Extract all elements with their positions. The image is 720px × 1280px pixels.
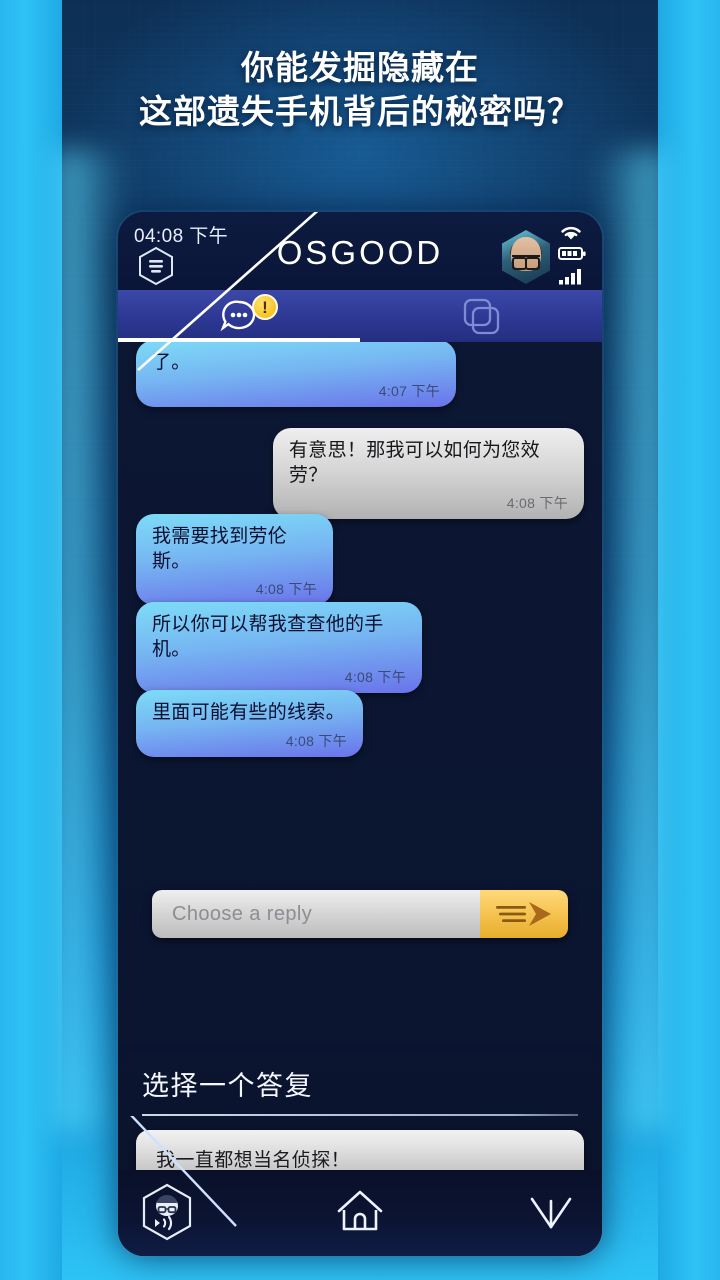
tab-bar: ! bbox=[118, 290, 602, 342]
message-time: 4:07 下午 bbox=[378, 382, 440, 399]
message-time: 4:08 下午 bbox=[344, 669, 406, 686]
message-time: 4:08 下午 bbox=[506, 495, 568, 512]
message-text: 里面可能有些的线索。 bbox=[152, 702, 346, 723]
promo-background-left-edge bbox=[0, 0, 62, 1280]
stacked-cards-icon bbox=[463, 298, 500, 335]
chat-message-list[interactable]: 了。 4:07 下午 有意思！那我可以如何为您效劳？ 4:08 下午 我需要找到… bbox=[118, 340, 602, 1042]
tab-chat[interactable]: ! bbox=[118, 290, 360, 342]
character-voice-hex-icon[interactable] bbox=[138, 1182, 196, 1242]
message-text: 有意思！那我可以如何为您效劳？ bbox=[289, 440, 540, 486]
chat-message-1: 有意思！那我可以如何为您效劳？ 4:08 下午 bbox=[273, 428, 584, 520]
promo-headline-line-2: 这部遗失手机背后的秘密吗？ bbox=[139, 92, 581, 130]
status-icons bbox=[558, 224, 592, 290]
send-arrow-icon[interactable] bbox=[480, 890, 568, 938]
promo-headline: 你能发掘隐藏在 这部遗失手机背后的秘密吗？ bbox=[0, 46, 720, 133]
message-time: 4:08 下午 bbox=[285, 732, 347, 749]
reply-panel-title: 选择一个答复 bbox=[142, 1071, 313, 1101]
tab-active-indicator bbox=[118, 338, 360, 342]
chat-message-2: 我需要找到劳伦斯。 4:08 下午 bbox=[136, 514, 333, 606]
chat-unread-badge: ! bbox=[252, 294, 278, 320]
signal-bars-icon bbox=[558, 268, 592, 285]
message-bubble-incoming: 所以你可以帮我查查他的手机。 4:08 下午 bbox=[136, 602, 422, 694]
message-bubble-incoming: 里面可能有些的线索。 4:08 下午 bbox=[136, 690, 363, 757]
status-bar: 04:08 下午 OSGOOD bbox=[118, 212, 602, 290]
bottom-navigation-bar bbox=[118, 1170, 602, 1256]
message-bubble-incoming: 了。 4:07 下午 bbox=[136, 340, 456, 407]
message-bubble-incoming: 我需要找到劳伦斯。 4:08 下午 bbox=[136, 514, 333, 606]
chat-message-3: 所以你可以帮我查查他的手机。 4:08 下午 bbox=[136, 602, 422, 694]
tab-gallery[interactable] bbox=[360, 290, 602, 342]
message-text: 我需要找到劳伦斯。 bbox=[152, 526, 288, 572]
battery-icon bbox=[558, 246, 592, 262]
reply-input-bar[interactable]: Choose a reply bbox=[152, 890, 568, 938]
phone-mockup: 04:08 下午 OSGOOD ! 了。 4:07 下午 有意思！那我可以如何为… bbox=[118, 212, 602, 1256]
chevron-double-down-icon[interactable] bbox=[522, 1182, 580, 1242]
message-text: 所以你可以帮我查查他的手机。 bbox=[152, 614, 384, 660]
promo-headline-line-1: 你能发掘隐藏在 bbox=[241, 49, 479, 86]
message-bubble-outgoing: 有意思！那我可以如何为您效劳？ 4:08 下午 bbox=[273, 428, 584, 520]
message-time: 4:08 下午 bbox=[255, 581, 317, 598]
chat-message-0: 了。 4:07 下午 bbox=[136, 340, 456, 407]
reply-input-placeholder[interactable]: Choose a reply bbox=[152, 890, 480, 938]
avatar-glasses bbox=[512, 255, 540, 271]
home-icon[interactable] bbox=[331, 1182, 389, 1242]
wifi-icon bbox=[558, 224, 592, 240]
chat-message-4: 里面可能有些的线索。 4:08 下午 bbox=[136, 690, 363, 757]
promo-background-right-edge bbox=[658, 0, 720, 1280]
reply-panel-divider bbox=[142, 1114, 578, 1116]
message-text: 了。 bbox=[152, 352, 191, 373]
